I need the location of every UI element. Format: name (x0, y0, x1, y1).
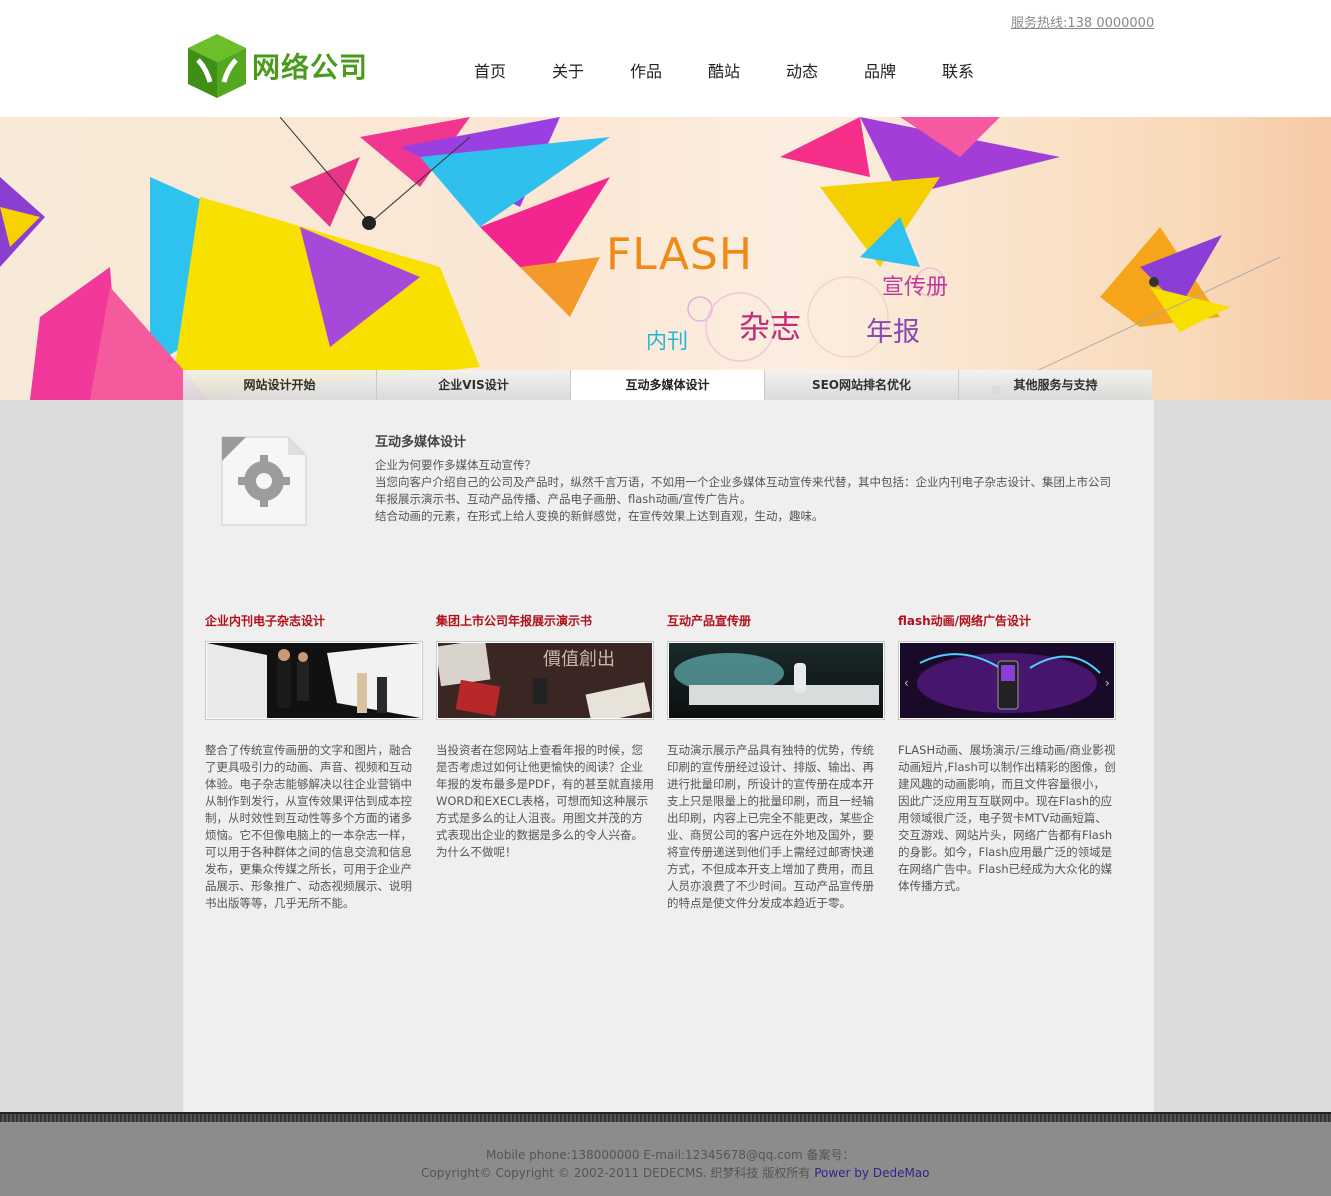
svg-text:‹: ‹ (904, 676, 909, 690)
tab-other-services[interactable]: 其他服务与支持 (959, 370, 1152, 400)
magazine-thumbnail[interactable] (205, 641, 423, 720)
column-title[interactable]: 互动产品宣传册 (667, 613, 885, 633)
nav-item-cool-sites[interactable]: 酷站 (685, 58, 763, 82)
column-flash-ads: flash动画/网络广告设计 ‹ › FLASH动画、展场演示/三维动画/商业影… (898, 613, 1116, 895)
nav-item-home[interactable]: 首页 (451, 58, 529, 82)
intro-body: 企业为何要作多媒体互动宣传？ 当您向客户介绍自己的公司及产品时，纵然千言万语，不… (375, 457, 1119, 525)
hero-banner: FLASH 宣传册 杂志 年报 内刊 (0, 117, 1331, 400)
nav-item-news[interactable]: 动态 (763, 58, 841, 82)
banner-magazine-text: 杂志 (739, 310, 801, 346)
main-content: 互动多媒体设计 企业为何要作多媒体互动宣传？ 当您向客户介绍自己的公司及产品时，… (183, 400, 1154, 1112)
column-title[interactable]: 集团上市公司年报展示演示书 (436, 613, 654, 633)
column-text: 当投资者在您网站上查看年报的时候，您是否考虑过如何让他更愉快的阅读？企业年报的发… (436, 743, 654, 859)
footer-copyright: Copyright© Copyright © 2002-2011 DEDECMS… (421, 1164, 930, 1181)
svg-text:›: › (1105, 676, 1110, 690)
column-product-brochure: 互动产品宣传册 互动演示展示产品具有独特的优势，传统印刷的宣传册经过设计、排版、 (667, 613, 885, 912)
intro-line: 企业为何要作多媒体互动宣传？ (375, 458, 536, 472)
annual-report-image-text: 價值創出 (543, 649, 615, 670)
settings-file-icon (216, 431, 310, 531)
hotline-link[interactable]: 服务热线:138 0000000 (1011, 12, 1154, 31)
product-brochure-thumbnail[interactable] (667, 641, 885, 720)
site-footer: Mobile phone:138000000 E-mail:12345678@q… (0, 1122, 1331, 1196)
nav-item-about[interactable]: 关于 (529, 58, 607, 82)
logo-cube-icon (188, 34, 246, 98)
banner-flash-text: FLASH (606, 229, 753, 280)
flash-ads-thumbnail[interactable]: ‹ › (898, 641, 1116, 720)
service-tabs: 网站设计开始 企业VIS设计 互动多媒体设计 SEO网站排名优化 其他服务与支持 (183, 370, 1152, 400)
power-by-link[interactable]: Power by DedeMao (814, 1166, 929, 1180)
copyright-text: Copyright© Copyright © 2002-2011 DEDECMS… (421, 1166, 815, 1180)
banner-brochure-text: 宣传册 (882, 275, 949, 300)
intro-line: 结合动画的元素，在形式上给人变换的新鲜感觉，在宣传效果上达到直观，生动，趣味。 (375, 509, 824, 523)
column-text: 整合了传统宣传画册的文字和图片，融合了更具吸引力的动画、声音、视频和互动体验。电… (205, 743, 412, 910)
intro-title: 互动多媒体设计 (375, 435, 467, 450)
logo[interactable]: 网络公司 (184, 32, 384, 104)
banner-annual-report-text: 年报 (866, 317, 920, 348)
footer-contact: Mobile phone:138000000 E-mail:12345678@q… (486, 1148, 855, 1162)
nav-item-brand[interactable]: 品牌 (841, 58, 919, 82)
tab-multimedia-design[interactable]: 互动多媒体设计 (571, 370, 765, 400)
site-header: 服务热线:138 0000000 网络公司 首页 关于 作品 酷站 动态 品牌 … (0, 0, 1331, 117)
nav-item-works[interactable]: 作品 (607, 58, 685, 82)
column-magazine: 企业内刊电子杂志设计 整合了传统宣传画册的文字和图片，融合了更具吸引力的动画、声… (205, 613, 423, 912)
service-columns: 企业内刊电子杂志设计 整合了传统宣传画册的文字和图片，融合了更具吸引力的动画、声… (205, 613, 1117, 933)
intro-line: 当您向客户介绍自己的公司及产品时，纵然千言万语，不如用一个企业多媒体互动宣传来代… (375, 475, 1111, 506)
tab-vis-design[interactable]: 企业VIS设计 (377, 370, 571, 400)
column-text: FLASH动画、展场演示/三维动画/商业影视动画短片,Flash可以制作出精彩的… (898, 743, 1116, 893)
nav-item-contact[interactable]: 联系 (919, 58, 997, 82)
main-nav: 首页 关于 作品 酷站 动态 品牌 联系 (451, 58, 997, 82)
tab-web-design[interactable]: 网站设计开始 (183, 370, 377, 400)
footer-divider (0, 1112, 1331, 1122)
banner-internal-text: 内刊 (646, 329, 688, 353)
logo-text: 网络公司 (252, 51, 369, 84)
annual-report-thumbnail[interactable]: 價值創出 (436, 641, 654, 720)
column-title[interactable]: flash动画/网络广告设计 (898, 613, 1116, 633)
column-text: 互动演示展示产品具有独特的优势，传统印刷的宣传册经过设计、排版、输出、再进行批量… (667, 743, 874, 910)
column-title[interactable]: 企业内刊电子杂志设计 (205, 613, 423, 633)
tab-seo[interactable]: SEO网站排名优化 (765, 370, 959, 400)
column-annual-report: 集团上市公司年报展示演示书 價值創出 当投资者在您网站上查看年报的时候，您是否考… (436, 613, 654, 861)
